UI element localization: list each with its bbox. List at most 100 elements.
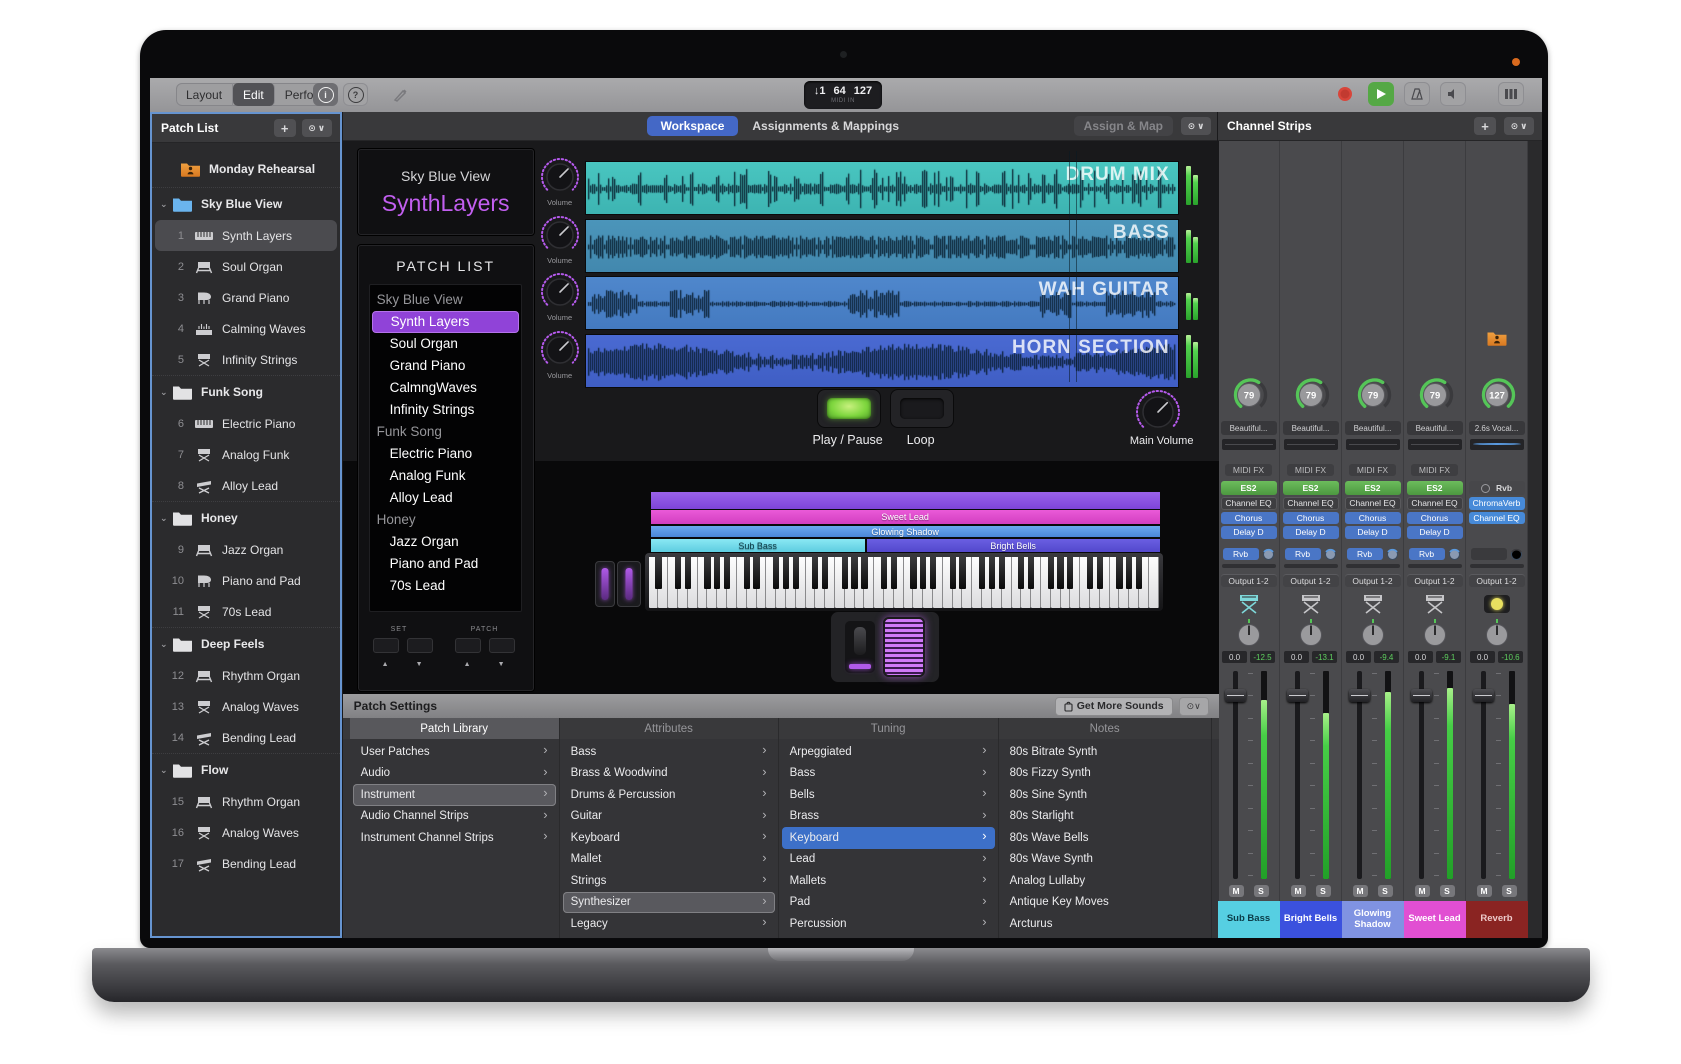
black-key[interactable] xyxy=(1048,557,1054,589)
patch-list-entry-infinity-strings[interactable]: Infinity Strings xyxy=(370,399,521,421)
fader-area[interactable] xyxy=(1218,667,1279,883)
black-key[interactable] xyxy=(979,557,985,589)
sidebar-patch-rhythm-organ[interactable]: 15Rhythm Organ xyxy=(152,786,340,817)
insert-delay-d[interactable]: Delay D xyxy=(1407,526,1463,539)
instrument-slot[interactable]: ES2 xyxy=(1345,481,1401,495)
send-slot[interactable]: Rvb xyxy=(1347,547,1399,561)
output-slot[interactable]: Output 1-2 xyxy=(1469,574,1525,587)
black-key[interactable] xyxy=(950,557,956,589)
track-horn-section[interactable]: HORN SECTION xyxy=(585,334,1179,388)
sidebar-patch-electric-piano[interactable]: 6Electric Piano xyxy=(152,408,340,439)
layout-columns-button[interactable] xyxy=(1498,82,1524,106)
strip-level-knob[interactable]: 79 xyxy=(1229,375,1269,418)
layer-band-top[interactable] xyxy=(651,492,1160,509)
library-row-legacy[interactable]: Legacy› xyxy=(563,913,775,935)
sidebar-patch-bending-lead[interactable]: 17Bending Lead xyxy=(152,848,340,879)
instrument-slot[interactable]: ES2 xyxy=(1221,481,1277,495)
black-key[interactable] xyxy=(793,557,799,589)
black-key[interactable] xyxy=(783,557,789,589)
black-key[interactable] xyxy=(1097,557,1103,589)
insert-chorus[interactable]: Chorus xyxy=(1345,512,1401,525)
library-row-bass[interactable]: Bass› xyxy=(563,741,775,763)
play-pause-screen-button[interactable] xyxy=(817,389,881,428)
midi-fx-slot[interactable]: MIDI FX xyxy=(1225,450,1272,476)
track-wah-guitar[interactable]: WAH GUITAR xyxy=(585,276,1179,330)
instrument-slot[interactable]: ES2 xyxy=(1283,481,1339,495)
patch-next-button[interactable] xyxy=(489,638,515,653)
disclosure-chevron-icon[interactable]: ⌄ xyxy=(160,765,170,776)
library-row-80s-sine-synth[interactable]: 80s Sine Synth xyxy=(1002,784,1208,806)
patch-list-entry-funk-song[interactable]: Funk Song xyxy=(370,421,521,443)
library-row-strings[interactable]: Strings› xyxy=(563,870,775,892)
black-key[interactable] xyxy=(861,557,867,589)
patch-list-entry-piano-and-pad[interactable]: Piano and Pad xyxy=(370,553,521,575)
patch-prev-button[interactable] xyxy=(455,638,481,653)
black-key[interactable] xyxy=(959,557,965,589)
library-row-keyboard[interactable]: Keyboard› xyxy=(782,827,995,849)
disclosure-chevron-icon[interactable]: ⌄ xyxy=(160,513,170,524)
black-key[interactable] xyxy=(999,557,1005,589)
black-key[interactable] xyxy=(920,557,926,589)
sidebar-patch-soul-organ[interactable]: 2Soul Organ xyxy=(152,251,340,282)
assign-map-button[interactable]: Assign & Map xyxy=(1074,116,1173,136)
pan-knob[interactable] xyxy=(1296,618,1326,649)
eq-thumbnail[interactable] xyxy=(1470,439,1524,450)
midi-fx-slot[interactable]: MIDI FX xyxy=(1287,450,1334,476)
send-knob[interactable] xyxy=(1386,548,1399,561)
sidebar-patch-analog-waves[interactable]: 13Analog Waves xyxy=(152,691,340,722)
black-key[interactable] xyxy=(714,557,720,589)
library-tab-notes[interactable]: Notes xyxy=(999,718,1212,739)
sidebar-folder-deep-feels[interactable]: ⌄Deep Feels xyxy=(152,627,340,660)
strip-level-knob[interactable]: 79 xyxy=(1353,375,1393,418)
send-knob[interactable] xyxy=(1510,548,1523,561)
fader-track[interactable] xyxy=(1295,671,1300,879)
fader-area[interactable] xyxy=(1466,667,1527,883)
black-key[interactable] xyxy=(773,557,779,589)
black-key[interactable] xyxy=(989,557,995,589)
strip-name-tag[interactable]: Sweet Lead xyxy=(1404,901,1466,938)
track-bass[interactable]: BASS xyxy=(585,219,1179,273)
insert-channel-eq[interactable]: Channel EQ xyxy=(1345,497,1401,510)
patch-list-entries[interactable]: Sky Blue ViewSynth LayersSoul OrganGrand… xyxy=(369,284,522,612)
pan-knob[interactable] xyxy=(1234,618,1264,649)
insert-delay-d[interactable]: Delay D xyxy=(1283,526,1339,539)
library-row-audio-channel-strips[interactable]: Audio Channel Strips› xyxy=(353,806,556,828)
volume-knob-track-4[interactable]: Volume xyxy=(540,330,580,380)
send-slot[interactable]: Rvb xyxy=(1223,547,1275,561)
instrument-slot[interactable]: Rvb xyxy=(1469,481,1525,495)
fader-track[interactable] xyxy=(1419,671,1424,879)
strip-name-tag[interactable]: Reverb xyxy=(1466,901,1528,938)
patch-list-entry-grand-piano[interactable]: Grand Piano xyxy=(370,355,521,377)
master-mute-button[interactable] xyxy=(1440,82,1466,106)
library-row-instrument[interactable]: Instrument› xyxy=(353,784,556,806)
sidebar-folder-funk-song[interactable]: ⌄Funk Song xyxy=(152,375,340,408)
disclosure-chevron-icon[interactable]: ⌄ xyxy=(160,199,170,210)
library-row-80s-wave-bells[interactable]: 80s Wave Bells xyxy=(1002,827,1208,849)
black-key[interactable] xyxy=(891,557,897,589)
library-row-lead[interactable]: Lead› xyxy=(782,849,995,871)
patch-list-entry-electric-piano[interactable]: Electric Piano xyxy=(370,443,521,465)
library-row-keyboard[interactable]: Keyboard› xyxy=(563,827,775,849)
patch-list-entry-soul-organ[interactable]: Soul Organ xyxy=(370,333,521,355)
send-chip[interactable] xyxy=(1471,548,1507,561)
insert-delay-d[interactable]: Delay D xyxy=(1221,526,1277,539)
strip-setting-name[interactable]: Beautiful... xyxy=(1221,421,1277,435)
fader-track[interactable] xyxy=(1357,671,1362,879)
send-knob[interactable] xyxy=(1448,548,1461,561)
strip-setting-name[interactable]: 2.6s Vocal... xyxy=(1469,421,1525,435)
instrument-slot[interactable]: ES2 xyxy=(1407,481,1463,495)
black-key[interactable] xyxy=(753,557,759,589)
patch-list-entry-alloy-lead[interactable]: Alloy Lead xyxy=(370,487,521,509)
midi-fx-slot[interactable]: MIDI FX xyxy=(1411,450,1458,476)
sidebar-patch-grand-piano[interactable]: 3Grand Piano xyxy=(152,282,340,313)
strip-name-tag[interactable]: Bright Bells xyxy=(1280,901,1342,938)
send-knob[interactable] xyxy=(1262,548,1275,561)
library-row-arpeggiated[interactable]: Arpeggiated› xyxy=(782,741,995,763)
library-row-audio[interactable]: Audio› xyxy=(353,763,556,785)
patch-settings-action-menu[interactable]: ⊙∨ xyxy=(1179,697,1209,716)
sidebar-patch-alloy-lead[interactable]: 8Alloy Lead xyxy=(152,470,340,501)
black-key[interactable] xyxy=(675,557,681,589)
insert-chromaverb[interactable]: ChromaVerb xyxy=(1469,497,1525,510)
insert-delay-d[interactable]: Delay D xyxy=(1345,526,1401,539)
library-tab-tuning[interactable]: Tuning xyxy=(779,718,999,739)
